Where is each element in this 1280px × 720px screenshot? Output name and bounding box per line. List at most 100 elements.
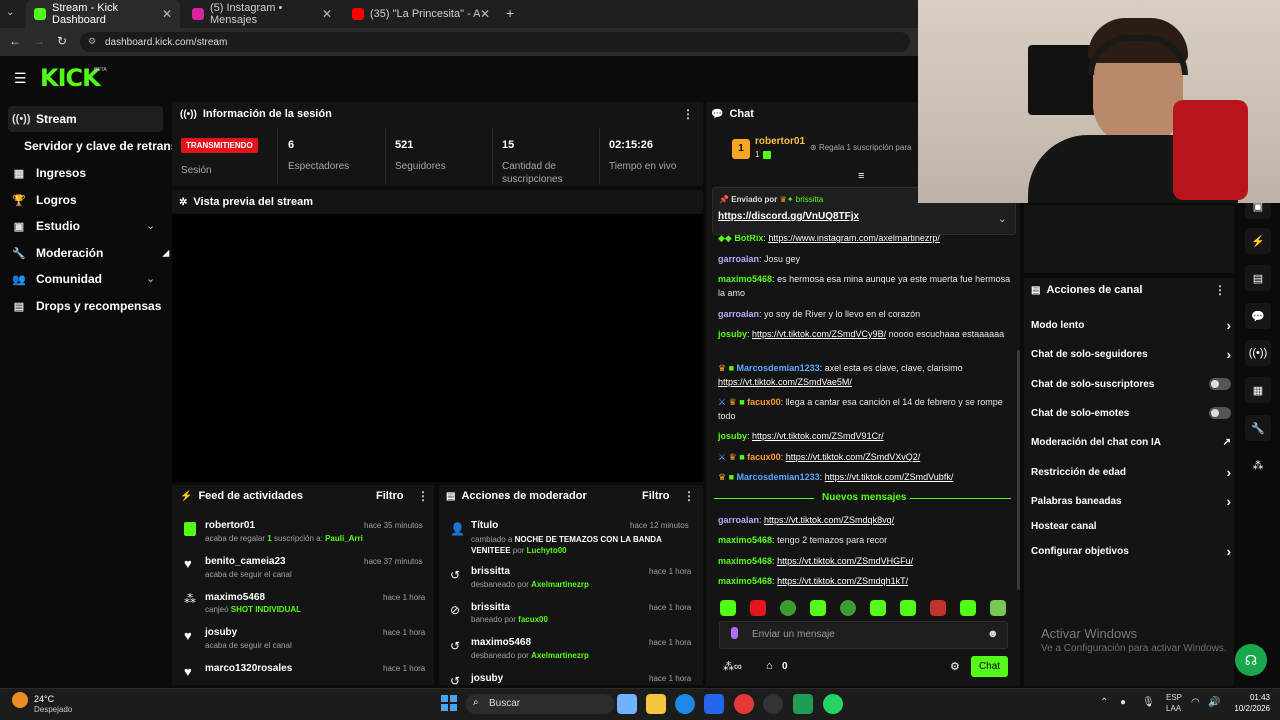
weather-sun-icon[interactable] [12, 692, 28, 708]
chat-username[interactable]: maximo5468 [718, 535, 772, 545]
settings-gear-icon[interactable]: ⚙ [950, 660, 960, 673]
kick-logo[interactable]: KICK [40, 64, 101, 92]
tab-youtube[interactable]: (35) "La Princesita" - A Ella - Yo ✕ [344, 0, 498, 28]
site-info-icon[interactable]: ⚙ [88, 36, 96, 47]
rail-button-broadcast[interactable]: ((•)) [1245, 340, 1271, 366]
emote-icon[interactable] [930, 600, 946, 616]
activity-user[interactable]: benito_cameia23 [205, 556, 286, 567]
action-emotes-only[interactable]: Chat de solo-emotes [1031, 405, 1231, 421]
more-options-icon[interactable]: ⋮ [1214, 283, 1226, 297]
chat-link[interactable]: https://vt.tiktok.com/ZSmdqh1kT/ [777, 576, 908, 586]
activity-filter-button[interactable]: Filtro [376, 490, 404, 502]
hamburger-menu-icon[interactable]: ☰ [14, 70, 27, 87]
mod-filter-button[interactable]: Filtro [642, 490, 670, 502]
chat-link[interactable]: https://vt.tiktok.com/ZSmdV91Cr/ [752, 431, 884, 441]
tray-app-icon[interactable]: ● [1120, 697, 1126, 708]
pinned-link[interactable]: https://discord.gg/VnUQ8TFjx [718, 211, 859, 222]
chat-username[interactable]: josuby [718, 431, 747, 441]
emote-icon[interactable] [750, 600, 766, 616]
close-tab-icon[interactable]: ✕ [480, 7, 490, 21]
rail-button-log[interactable]: ▤ [1245, 265, 1271, 291]
support-headset-icon[interactable]: ☊ [1235, 644, 1267, 676]
chat-username[interactable]: maximo5468 [718, 556, 772, 566]
action-configure-goals[interactable]: Configurar objetivos › [1031, 543, 1231, 559]
pinned-user[interactable]: brissitta [796, 195, 824, 204]
chat-link[interactable]: https://vt.tiktok.com/ZSmdVCy9B/ [752, 329, 886, 339]
more-options-icon[interactable]: ⋮ [683, 489, 695, 503]
emote-icon[interactable] [960, 600, 976, 616]
clock-time[interactable]: 01:43 [1232, 693, 1270, 702]
reload-icon[interactable]: ↻ [57, 34, 67, 48]
file-explorer-icon[interactable] [646, 694, 666, 714]
chat-link[interactable]: https://vt.tiktok.com/ZSmdVubfk/ [825, 472, 954, 482]
activity-user[interactable]: maximo5468 [205, 592, 265, 603]
obs-icon[interactable] [763, 694, 783, 714]
emote-icon[interactable] [870, 600, 886, 616]
store-icon[interactable]: ⌂ [766, 660, 773, 672]
chevron-down-icon[interactable]: ⌄ [998, 214, 1006, 225]
mod-action-target[interactable]: brissitta [471, 602, 510, 613]
sidebar-item-estudio[interactable]: ▣ Estudio [8, 213, 163, 239]
chevron-down-icon[interactable]: ⌄ [146, 272, 155, 285]
start-windows-icon[interactable] [441, 695, 457, 711]
tray-chevron-up-icon[interactable]: ⌃ [1100, 697, 1108, 708]
emote-icon[interactable] [720, 600, 736, 616]
stream-preview-video[interactable] [172, 214, 703, 482]
sidebar-item-stream[interactable]: ((•)) Stream [8, 106, 163, 132]
sidebar-item-ingresos[interactable]: ▦ Ingresos [8, 160, 163, 186]
action-slow-mode[interactable]: Modo lento › [1031, 317, 1231, 333]
close-tab-icon[interactable]: ✕ [162, 7, 172, 21]
emoji-icon[interactable]: ☻ [987, 628, 999, 640]
copilot-icon[interactable] [617, 694, 637, 714]
action-banned-words[interactable]: Palabras baneadas › [1031, 493, 1231, 509]
activity-user[interactable]: josuby [205, 627, 237, 638]
emote-icon[interactable] [780, 600, 796, 616]
language-code[interactable]: ESP [1166, 693, 1182, 702]
microphone-tray-icon[interactable]: 🎙 [1142, 697, 1155, 708]
excel-icon[interactable] [793, 694, 813, 714]
chat-username[interactable]: Marcosdemian1233 [737, 363, 820, 373]
more-options-icon[interactable]: ⋮ [682, 107, 694, 121]
action-host-channel[interactable]: Hostear canal [1031, 518, 1231, 534]
chat-link[interactable]: https://vt.tiktok.com/ZSmdVHGFu/ [777, 556, 913, 566]
chrome-icon[interactable] [734, 694, 754, 714]
emote-icon[interactable] [810, 600, 826, 616]
subscribers-only-toggle[interactable] [1209, 378, 1231, 390]
send-chat-button[interactable]: Chat [971, 656, 1008, 677]
rail-button-bolt[interactable]: ⚡ [1245, 228, 1271, 254]
chat-link[interactable]: https://vt.tiktok.com/ZSmdVXvQ2/ [786, 452, 921, 462]
gifter-name[interactable]: robertor01 [755, 136, 805, 147]
chat-username[interactable]: garroalan [718, 515, 759, 525]
back-icon[interactable]: ← [9, 34, 21, 48]
volume-icon[interactable]: 🔊 [1208, 697, 1220, 708]
microphone-icon[interactable] [731, 627, 738, 639]
whatsapp-icon[interactable] [823, 694, 843, 714]
mod-action-target[interactable]: maximo5468 [471, 637, 531, 648]
chat-username[interactable]: maximo5468 [718, 576, 772, 586]
mod-action-target[interactable]: josuby [471, 673, 503, 684]
tab-instagram[interactable]: (5) Instagram • Mensajes ✕ [184, 0, 340, 28]
store-app-icon[interactable] [704, 694, 724, 714]
collapse-handle-icon[interactable]: ≡ [858, 170, 864, 182]
channel-points-icon[interactable]: ⁂∞ [723, 660, 742, 673]
chat-username[interactable]: garroalan [718, 254, 759, 264]
action-ai-moderation[interactable]: Moderación del chat con IA ↗ [1031, 434, 1231, 450]
close-tab-icon[interactable]: ✕ [322, 7, 332, 21]
weather-temp[interactable]: 24°C [34, 694, 54, 704]
rail-button-users[interactable]: ▦ [1245, 377, 1271, 403]
emote-icon[interactable] [990, 600, 1006, 616]
more-options-icon[interactable]: ⋮ [417, 489, 429, 503]
action-subscribers-only[interactable]: Chat de solo-suscriptores [1031, 376, 1231, 392]
rail-button-points[interactable]: ⁂ [1245, 452, 1271, 478]
activity-user[interactable]: marco1320rosales [205, 663, 292, 674]
sidebar-item-moderacion[interactable]: 🔧 Moderación [8, 240, 163, 266]
chat-username[interactable]: maximo5468 [718, 274, 772, 284]
chat-username[interactable]: josuby [718, 329, 747, 339]
chevron-down-icon[interactable]: ⌄ [146, 219, 155, 232]
sidebar-item-comunidad[interactable]: 👥 Comunidad [8, 266, 163, 292]
sidebar-item-drops[interactable]: ▤ Drops y recompensas [8, 293, 163, 319]
edge-browser-icon[interactable] [675, 694, 695, 714]
rail-button-moderation[interactable]: 🔧 [1245, 415, 1271, 441]
chat-username[interactable]: BotRix [734, 235, 763, 243]
action-followers-only[interactable]: Chat de solo-seguidores › [1031, 346, 1231, 362]
